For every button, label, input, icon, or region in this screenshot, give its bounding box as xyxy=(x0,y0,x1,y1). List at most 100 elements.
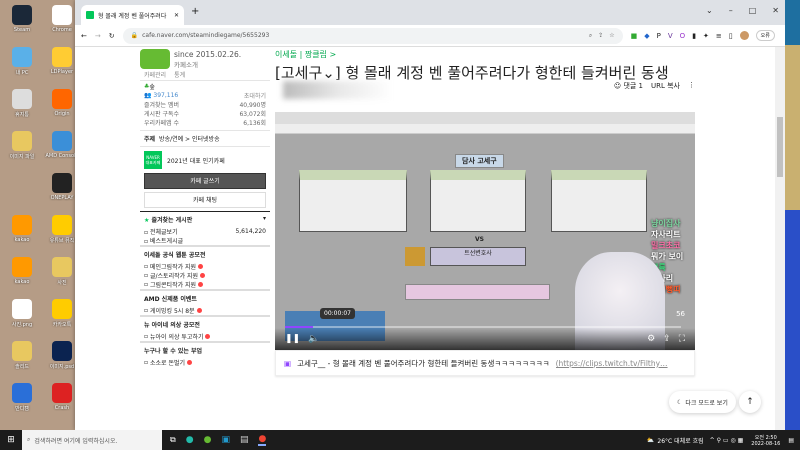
extension-icon[interactable]: P xyxy=(657,32,661,40)
invite-link[interactable]: 초대하기 xyxy=(244,91,266,100)
scroll-top-button[interactable]: ↑ xyxy=(739,391,761,413)
dark-mode-label: 다크 모드로 보기 xyxy=(685,399,728,407)
chat-line: 자사리트 xyxy=(651,230,681,239)
desktop-icon[interactable]: 휴지통 xyxy=(4,89,40,118)
settings-icon[interactable]: ⚙ xyxy=(647,334,655,344)
desktop-icon[interactable]: kakao xyxy=(4,215,40,243)
new-badge-icon xyxy=(198,282,204,287)
cafe-level: 숲 xyxy=(149,84,155,91)
puzzle-icon[interactable]: ✦ xyxy=(703,32,709,40)
share-icon[interactable]: ⇪ xyxy=(598,32,603,40)
app-icon xyxy=(12,257,32,277)
board-link[interactable]: ▫ 소소로 돈벌기 xyxy=(140,358,270,367)
stat-value: 40,990명 xyxy=(239,102,266,109)
weather-text[interactable]: 26°C 대체로 흐림 xyxy=(657,436,703,445)
desktop-icon[interactable]: Steam xyxy=(4,5,40,33)
cafe-logo[interactable] xyxy=(140,49,170,69)
share-icon[interactable]: ⇪ xyxy=(663,334,671,344)
comment-button[interactable]: ☺ 댓글 1 xyxy=(614,81,643,91)
desktop-icon[interactable]: kakao xyxy=(4,257,40,285)
board-best[interactable]: ▫ 베스트게시글 xyxy=(144,236,183,245)
extension-icon[interactable]: ◆ xyxy=(644,32,649,40)
cafe-stat: 즐겨찾는 멤버 40,990명 xyxy=(140,100,270,109)
extension-icon[interactable]: ■ xyxy=(631,32,638,40)
breadcrumb[interactable]: 이세돌 | 짱클립 > xyxy=(275,50,695,60)
desktop-icon[interactable] xyxy=(4,173,40,195)
star-icon: ★ xyxy=(144,217,150,224)
member-count[interactable]: 397,116 xyxy=(153,92,178,99)
sheet-title: 담사 고세구 xyxy=(455,154,504,168)
scrollbar[interactable] xyxy=(775,47,785,430)
app-icon[interactable]: ● xyxy=(204,435,212,445)
topic-value[interactable]: 방송/연예 > 인터넷방송 xyxy=(159,134,220,143)
cafe-write-button[interactable]: 카페 글쓰기 xyxy=(144,173,266,189)
edge-icon[interactable]: ● xyxy=(186,435,194,445)
task-view-icon[interactable]: ⧉ xyxy=(170,435,176,445)
cafe-chat-button[interactable]: 카페 채팅 xyxy=(144,192,266,208)
minimize-button[interactable]: – xyxy=(729,6,733,15)
weather-icon: ⛅ xyxy=(646,436,655,444)
chrome-taskbar-icon[interactable]: ● xyxy=(258,434,267,446)
chevron-down-icon[interactable]: ▾ xyxy=(263,215,266,224)
app-icon xyxy=(52,341,72,361)
volume-icon[interactable]: 🔈 xyxy=(308,334,319,344)
close-button[interactable]: ✕ xyxy=(772,6,779,15)
board-link[interactable]: ▫ 메인그림작가 지원 xyxy=(140,262,270,271)
pause-icon[interactable]: ❚❚ xyxy=(285,334,300,344)
fav-boards-title[interactable]: 즐겨찾는 게시판 xyxy=(151,217,192,224)
desktop-icon[interactable]: 이미지 파일 xyxy=(4,131,40,160)
avatar[interactable] xyxy=(739,31,749,40)
extension-icon[interactable]: ▮ xyxy=(692,32,696,40)
fullscreen-icon[interactable]: ⛶ xyxy=(679,334,685,344)
tab-active[interactable]: 형 몰래 계정 벤 풀어주려다 ✕ xyxy=(81,5,184,25)
board-link[interactable]: ▫ 뉴아이 의상 투고하기 xyxy=(140,332,270,341)
clock[interactable]: 오전 2:50 2022-08-16 xyxy=(751,434,780,447)
url-copy-button[interactable]: URL 복사 xyxy=(651,81,680,91)
new-badge-icon xyxy=(200,273,206,278)
cafe-stat: 우리카페앱 수 6,136회 xyxy=(140,118,270,127)
notification-icon[interactable]: ▤ xyxy=(788,437,794,444)
board-link[interactable]: ▫ 글/스토리작가 지원 xyxy=(140,271,270,280)
article: 이세돌 | 짱클립 > [고세구⌄] 형 몰래 계정 벤 풀어주려다가 형한테 … xyxy=(275,47,695,376)
dark-mode-button[interactable]: ☾ 다크 모드로 보기 xyxy=(669,391,736,413)
taskbar: ⊞ ⌕ 검색하려면 여기에 입력하십시오. ⧉ ● ● ▣ ▤ ● ⛅ 26°C 대… xyxy=(0,430,800,450)
tab-search-icon[interactable]: ⌄ xyxy=(706,6,713,15)
zoom-icon[interactable]: ⌕ xyxy=(589,32,592,40)
app-icon[interactable]: ▤ xyxy=(240,435,249,445)
app-icon xyxy=(12,299,32,319)
back-icon[interactable]: ← xyxy=(81,32,87,40)
sidepanel-icon[interactable]: ▯ xyxy=(729,32,733,40)
reload-icon[interactable]: ↻ xyxy=(109,32,115,40)
maximize-button[interactable]: □ xyxy=(749,6,757,15)
more-icon[interactable]: ⋮ xyxy=(688,81,695,91)
board-section-title: 이세돌 공식 웹툰 공모전 xyxy=(140,245,270,262)
board-all[interactable]: ▫ 전체글보기 xyxy=(144,227,178,236)
new-badge-icon xyxy=(198,264,204,269)
new-tab-button[interactable]: + xyxy=(191,6,199,17)
forward-icon[interactable]: → xyxy=(95,32,101,40)
bookmark-star-icon[interactable]: ☆ xyxy=(609,32,614,40)
desktop-icon[interactable]: 사진.png xyxy=(4,299,40,328)
stats-link[interactable]: 통계 xyxy=(174,70,185,79)
extension-icon[interactable]: V xyxy=(668,32,673,40)
profile-error-button[interactable]: 오류 xyxy=(755,30,775,41)
board-link[interactable]: ▫ 그림콘티작가 지원 xyxy=(140,280,270,289)
board-label: 메인그림작가 지원 xyxy=(149,264,197,271)
desktop-icon[interactable]: 반디캠 xyxy=(4,383,40,412)
caption-link[interactable]: (https://clips.twitch.tv/Filthy… xyxy=(556,359,668,368)
twitch-icon: ▣ xyxy=(284,358,292,368)
start-button[interactable]: ⊞ xyxy=(0,435,22,445)
desktop-icon[interactable]: 내 PC xyxy=(4,47,40,76)
close-tab-icon[interactable]: ✕ xyxy=(174,12,179,19)
board-link[interactable]: ▫ 게이밍킹 5시 8분 xyxy=(140,306,270,315)
extension-icon[interactable]: O xyxy=(680,32,686,40)
media-icon[interactable]: ≡ xyxy=(716,32,722,40)
cafe-intro-link[interactable]: 카페소개 xyxy=(174,59,241,69)
app-icon[interactable]: ▣ xyxy=(221,435,230,445)
desktop-icon[interactable]: 솔리드 xyxy=(4,341,40,370)
taskbar-search[interactable]: ⌕ 검색하려면 여기에 입력하십시오. xyxy=(22,430,162,450)
cafe-manage-link[interactable]: 카페관리 xyxy=(144,70,166,79)
url-input[interactable]: 🔒 cafe.naver.com/steamindiegame/5655293 ⌕ ⇪… xyxy=(122,27,623,44)
tray-icons[interactable]: ^ ⚲ ▭ ◎ ▦ xyxy=(710,437,744,444)
video-player[interactable]: 담사 고세구 VS 트선변호사 냥이집사자사리트밀크초코뭐가 보이정륙자사리사이… xyxy=(275,112,695,350)
